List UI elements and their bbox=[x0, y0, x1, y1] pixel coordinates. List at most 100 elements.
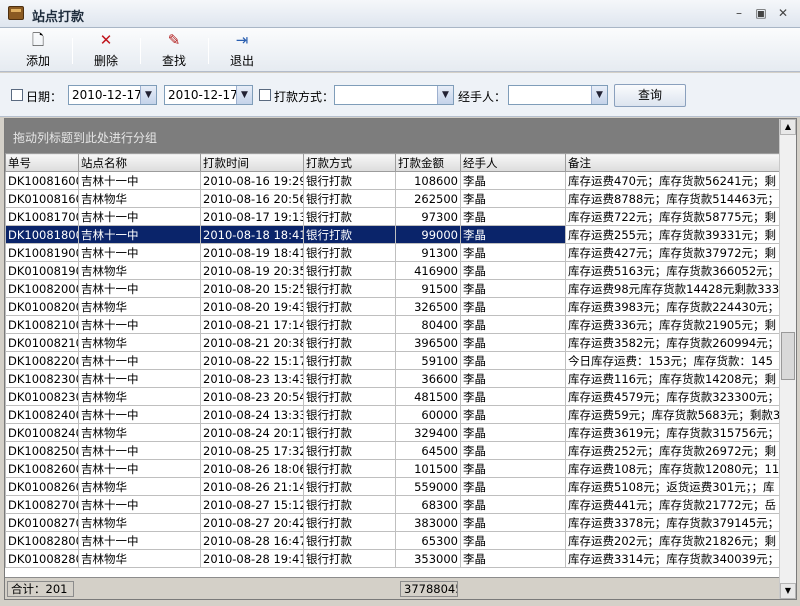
cell-method[interactable]: 银行打款 bbox=[303, 315, 396, 334]
scroll-down-arrow-icon[interactable]: ▼ bbox=[780, 583, 796, 599]
cell-note[interactable]: 库存运费252元；库存货款26972元；剩 bbox=[565, 441, 781, 460]
cell-id[interactable]: DK010082100 bbox=[5, 333, 79, 352]
cell-handler[interactable]: 李晶 bbox=[460, 189, 566, 208]
method-select[interactable]: ▼ bbox=[334, 85, 454, 105]
cell-note[interactable]: 库存运费470元；库存货款56241元；剩 bbox=[565, 171, 781, 190]
cell-amount[interactable]: 383000 bbox=[395, 513, 461, 532]
cell-id[interactable]: DK010081900 bbox=[5, 261, 79, 280]
cell-station[interactable]: 吉林物华 bbox=[78, 261, 201, 280]
cell-method[interactable]: 银行打款 bbox=[303, 369, 396, 388]
chevron-down-icon[interactable]: ▼ bbox=[437, 86, 453, 104]
cell-id[interactable]: DK100823001 bbox=[5, 369, 79, 388]
cell-amount[interactable]: 36600 bbox=[395, 369, 461, 388]
find-button[interactable]: ✎ 查找 bbox=[144, 30, 204, 70]
cell-note[interactable]: 库存运费3582元；库存货款260994元； bbox=[565, 333, 781, 352]
cell-id[interactable]: DK010081600 bbox=[5, 189, 79, 208]
col-header-handler[interactable]: 经手人 bbox=[460, 153, 566, 172]
cell-amount[interactable]: 481500 bbox=[395, 387, 461, 406]
scroll-up-arrow-icon[interactable]: ▲ bbox=[780, 119, 796, 135]
table-row[interactable]: DK100816001吉林十一中2010-08-16 19:29:59银行打款1… bbox=[5, 171, 781, 190]
table-row[interactable]: DK010082100吉林物华2010-08-21 20:38:26银行打款39… bbox=[5, 333, 781, 352]
col-header-method[interactable]: 打款方式 bbox=[303, 153, 396, 172]
cell-note[interactable]: 库存运费722元；库存货款58775元；剩 bbox=[565, 207, 781, 226]
cell-amount[interactable]: 99000 bbox=[395, 225, 461, 244]
cell-station[interactable]: 吉林十一中 bbox=[78, 531, 201, 550]
chevron-down-icon[interactable]: ▼ bbox=[591, 86, 607, 104]
cell-note[interactable]: 库存运费3314元；库存货款340039元； bbox=[565, 549, 781, 568]
cell-amount[interactable]: 91300 bbox=[395, 243, 461, 262]
cell-handler[interactable]: 李晶 bbox=[460, 243, 566, 262]
cell-station[interactable]: 吉林十一中 bbox=[78, 351, 201, 370]
query-button[interactable]: 查询 bbox=[614, 84, 686, 107]
cell-note[interactable]: 库存运费3619元；库存货款315756元； bbox=[565, 423, 781, 442]
method-checkbox[interactable] bbox=[259, 89, 271, 101]
table-row[interactable]: DK010082700吉林物华2010-08-27 20:42:45银行打款38… bbox=[5, 513, 781, 532]
cell-method[interactable]: 银行打款 bbox=[303, 423, 396, 442]
cell-note[interactable]: 库存运费116元；库存货款14208元；剩 bbox=[565, 369, 781, 388]
cell-note[interactable]: 库存运费255元；库存货款39331元；剩 bbox=[565, 225, 781, 244]
cell-id[interactable]: DK100824001 bbox=[5, 405, 79, 424]
cell-note[interactable]: 库存运费336元；库存货款21905元；剩 bbox=[565, 315, 781, 334]
cell-station[interactable]: 吉林十一中 bbox=[78, 225, 201, 244]
table-row[interactable]: DK100827001吉林十一中2010-08-27 15:12:21银行打款6… bbox=[5, 495, 781, 514]
cell-station[interactable]: 吉林十一中 bbox=[78, 207, 201, 226]
col-header-note[interactable]: 备注 bbox=[565, 153, 781, 172]
cell-method[interactable]: 银行打款 bbox=[303, 333, 396, 352]
cell-handler[interactable]: 李晶 bbox=[460, 333, 566, 352]
table-row[interactable]: DK100821001吉林十一中2010-08-21 17:14:29银行打款8… bbox=[5, 315, 781, 334]
cell-id[interactable]: DK100818001 bbox=[5, 225, 79, 244]
cell-method[interactable]: 银行打款 bbox=[303, 279, 396, 298]
cell-handler[interactable]: 李晶 bbox=[460, 405, 566, 424]
cell-id[interactable]: DK100822001 bbox=[5, 351, 79, 370]
table-row[interactable]: DK100828001吉林十一中2010-08-28 16:47:29银行打款6… bbox=[5, 531, 781, 550]
cell-amount[interactable]: 353000 bbox=[395, 549, 461, 568]
cell-handler[interactable]: 李晶 bbox=[460, 423, 566, 442]
cell-note[interactable]: 库存运费98元库存货款14428元剩款333 bbox=[565, 279, 781, 298]
cell-time[interactable]: 2010-08-24 20:17:08 bbox=[200, 423, 304, 442]
cell-amount[interactable]: 59100 bbox=[395, 351, 461, 370]
table-row[interactable]: DK100820001吉林十一中2010-08-20 15:25:12银行打款9… bbox=[5, 279, 781, 298]
cell-amount[interactable]: 64500 bbox=[395, 441, 461, 460]
cell-method[interactable]: 银行打款 bbox=[303, 549, 396, 568]
cell-time[interactable]: 2010-08-21 20:38:26 bbox=[200, 333, 304, 352]
cell-method[interactable]: 银行打款 bbox=[303, 171, 396, 190]
table-row[interactable]: DK100817001吉林十一中2010-08-17 19:13:01银行打款9… bbox=[5, 207, 781, 226]
cell-time[interactable]: 2010-08-20 15:25:12 bbox=[200, 279, 304, 298]
cell-time[interactable]: 2010-08-18 18:41:16 bbox=[200, 225, 304, 244]
cell-method[interactable]: 银行打款 bbox=[303, 477, 396, 496]
minimize-button[interactable]: – bbox=[730, 5, 748, 21]
cell-station[interactable]: 吉林十一中 bbox=[78, 171, 201, 190]
handler-select[interactable]: ▼ bbox=[508, 85, 608, 105]
cell-handler[interactable]: 李晶 bbox=[460, 549, 566, 568]
cell-note[interactable]: 库存运费5108元；返货运费301元；；库 bbox=[565, 477, 781, 496]
cell-handler[interactable]: 李晶 bbox=[460, 495, 566, 514]
cell-id[interactable]: DK100826001 bbox=[5, 459, 79, 478]
chevron-down-icon[interactable]: ▼ bbox=[236, 86, 252, 104]
table-row[interactable]: DK010082400吉林物华2010-08-24 20:17:08银行打款32… bbox=[5, 423, 781, 442]
cell-handler[interactable]: 李晶 bbox=[460, 279, 566, 298]
cell-handler[interactable]: 李晶 bbox=[460, 315, 566, 334]
cell-station[interactable]: 吉林十一中 bbox=[78, 441, 201, 460]
cell-note[interactable]: 库存运费4579元；库存货款323300元； bbox=[565, 387, 781, 406]
cell-method[interactable]: 银行打款 bbox=[303, 261, 396, 280]
cell-id[interactable]: DK010082700 bbox=[5, 513, 79, 532]
col-header-time[interactable]: 打款时间 bbox=[200, 153, 304, 172]
cell-id[interactable]: DK010082400 bbox=[5, 423, 79, 442]
cell-station[interactable]: 吉林物华 bbox=[78, 477, 201, 496]
cell-id[interactable]: DK010082600 bbox=[5, 477, 79, 496]
cell-station[interactable]: 吉林物华 bbox=[78, 513, 201, 532]
cell-station[interactable]: 吉林十一中 bbox=[78, 315, 201, 334]
close-window-button[interactable]: ✕ bbox=[774, 5, 792, 21]
cell-station[interactable]: 吉林物华 bbox=[78, 297, 201, 316]
cell-amount[interactable]: 108600 bbox=[395, 171, 461, 190]
table-row[interactable]: DK010082000吉林物华2010-08-20 19:43:05银行打款32… bbox=[5, 297, 781, 316]
table-row[interactable]: DK100826001吉林十一中2010-08-26 18:06:45银行打款1… bbox=[5, 459, 781, 478]
cell-time[interactable]: 2010-08-23 20:54:57 bbox=[200, 387, 304, 406]
date-from-picker[interactable]: 2010-12-17 ▼ bbox=[68, 85, 157, 105]
cell-time[interactable]: 2010-08-22 15:17:54 bbox=[200, 351, 304, 370]
cell-amount[interactable]: 101500 bbox=[395, 459, 461, 478]
cell-note[interactable]: 库存运费59元；库存货款5683元；剩款3 bbox=[565, 405, 781, 424]
cell-amount[interactable]: 68300 bbox=[395, 495, 461, 514]
cell-time[interactable]: 2010-08-27 15:12:21 bbox=[200, 495, 304, 514]
table-row[interactable]: DK010081900吉林物华2010-08-19 20:35:20银行打款41… bbox=[5, 261, 781, 280]
